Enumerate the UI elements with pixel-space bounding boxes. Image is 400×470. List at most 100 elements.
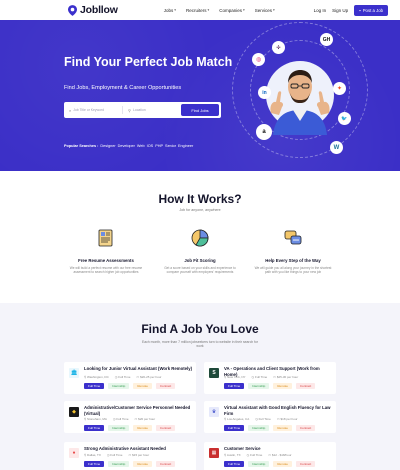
job-meta: ⚲ Los Angeles, CA ◷ Full Time ▭ $18 per … — [224, 417, 298, 421]
tag-internship[interactable]: Internship — [108, 461, 130, 467]
job-card[interactable]: ◆ Administrative/Customer Service Person… — [64, 401, 196, 433]
salary-text: ▭ $25-30 per hour — [273, 375, 299, 379]
job-title[interactable]: Strong Administrative Assistant Needed — [84, 446, 194, 452]
location-field[interactable]: ⚲ Location — [123, 108, 181, 113]
header-actions: Log In Sign Up ▪ Post a Job — [314, 4, 388, 16]
popular-tag[interactable]: PHP — [155, 144, 163, 148]
job-title[interactable]: Administrative/Customer Service Personne… — [84, 405, 194, 416]
dribbble-icon: ◍ — [252, 53, 265, 66]
feature-help: Help Every Step of the Way We will guide… — [253, 228, 333, 274]
nav-companies[interactable]: Companies ▾ — [219, 8, 245, 13]
popular-searches: Popular Searches : Designer Developer We… — [64, 144, 193, 148]
chevron-down-icon: ▾ — [207, 8, 210, 12]
chevron-down-icon: ▾ — [174, 8, 176, 12]
job-card[interactable]: 🏛 Looking for Junior Virtual Assistant (… — [64, 362, 196, 394]
linkedin-icon: in — [258, 86, 271, 99]
nav-services[interactable]: Services ▾ — [255, 8, 275, 13]
hero-subtitle: Find Jobs, Employment & Career Opportuni… — [64, 85, 182, 91]
job-tags: Full Time Internship Remote Contract — [84, 425, 176, 431]
feature-description: Get a score based on your skills and exp… — [164, 266, 236, 274]
location-pin-icon: ⚲ — [128, 107, 131, 113]
figma-icon: ✦ — [333, 82, 346, 95]
tag-full-time[interactable]: Full Time — [84, 425, 105, 431]
job-card[interactable]: ● Strong Administrative Assistant Needed… — [64, 442, 196, 470]
tag-internship[interactable]: Internship — [108, 383, 130, 389]
type-text: ◷ Full Time — [255, 417, 271, 421]
job-meta: ⚲ Washington, DC ◷ Full Time ▭ $20-25 pe… — [84, 375, 161, 379]
company-logo: ♛ — [209, 407, 219, 417]
hero-section: Find Your Perfect Job Match Find Jobs, E… — [0, 20, 400, 171]
type-text: ◷ Full Time — [114, 375, 131, 379]
tag-internship[interactable]: Internship — [248, 461, 270, 467]
tag-contract[interactable]: Contract — [295, 461, 316, 467]
popular-label: Popular Searches : — [64, 144, 99, 148]
location-text: ⚲ Austin, TX — [224, 453, 241, 457]
tag-remote[interactable]: Remote — [273, 461, 292, 467]
feature-title: Free Resume Assessments — [78, 258, 134, 263]
popular-tag[interactable]: IOS — [147, 144, 154, 148]
job-title[interactable]: Customer Service — [224, 446, 334, 452]
type-text: ◷ Full Time — [112, 417, 129, 421]
company-logo: ▦ — [209, 448, 219, 458]
popular-tag[interactable]: Engineer — [178, 144, 193, 148]
nav-jobs-label: Jobs — [163, 7, 174, 13]
tag-full-time[interactable]: Full Time — [84, 461, 105, 467]
job-card[interactable]: ▦ Customer Service ⚲ Austin, TX ◷ Full T… — [204, 442, 336, 470]
popular-tag[interactable]: Web — [137, 144, 145, 148]
feature-title: Help Every Step of the Way — [265, 258, 321, 263]
salary-text: ▭ $18 per hour — [276, 417, 298, 421]
tag-contract[interactable]: Contract — [295, 425, 316, 431]
type-text: ◷ Full Time — [251, 375, 268, 379]
company-logo: 🏛 — [69, 368, 79, 378]
chat-bubbles-icon — [284, 230, 302, 245]
tag-full-time[interactable]: Full Time — [224, 461, 245, 467]
person-thumbs-up-image — [266, 61, 334, 135]
tag-remote[interactable]: Remote — [273, 425, 292, 431]
tag-contract[interactable]: Contract — [155, 383, 176, 389]
job-title[interactable]: Virtual Assistant with Good English Flue… — [224, 405, 334, 416]
resume-icon — [98, 229, 113, 247]
job-tags: Full Time Internship Remote Contract — [224, 383, 316, 389]
find-jobs-button[interactable]: Find Jobs — [181, 104, 219, 116]
main-nav: Jobs ▾ Recruiters ▾ Companies ▾ Services ▾ — [164, 8, 275, 13]
salary-text: ▭ $12 - $18/hour — [268, 453, 292, 457]
salary-text: ▭ $20-25 per hour — [136, 375, 162, 379]
login-link[interactable]: Log In — [314, 8, 327, 13]
nav-recruiters-label: Recruiters — [185, 7, 207, 13]
nav-jobs[interactable]: Jobs ▾ — [164, 8, 176, 13]
tag-full-time[interactable]: Full Time — [224, 425, 245, 431]
job-title[interactable]: Looking for Junior Virtual Assistant (Wo… — [84, 366, 194, 372]
popular-tag[interactable]: Developer — [118, 144, 135, 148]
github-icon: GH — [320, 33, 333, 46]
tag-contract[interactable]: Contract — [295, 383, 316, 389]
job-keyword-placeholder: Job Title or Keyword — [73, 108, 104, 112]
popular-tag[interactable]: Senior — [165, 144, 176, 148]
tag-full-time[interactable]: Full Time — [84, 383, 105, 389]
tag-full-time[interactable]: Full Time — [224, 383, 245, 389]
tag-internship[interactable]: Internship — [108, 425, 130, 431]
job-card[interactable]: S VA - Operations and Client Support (Wo… — [204, 362, 336, 394]
location-text: ⚲ Dallas, TX — [84, 453, 101, 457]
tag-contract[interactable]: Contract — [155, 425, 176, 431]
location-text: ⚲ Stoneham, MA — [84, 417, 107, 421]
tag-remote[interactable]: Remote — [133, 425, 152, 431]
job-keyword-field[interactable]: ⌕ Job Title or Keyword — [64, 108, 122, 113]
job-tags: Full Time Internship Remote Contract — [224, 461, 316, 467]
tag-remote[interactable]: Remote — [273, 383, 292, 389]
post-job-button[interactable]: ▪ Post a Job — [354, 4, 388, 16]
tag-contract[interactable]: Contract — [155, 461, 176, 467]
logo-text: Jobllow — [80, 4, 118, 16]
tag-internship[interactable]: Internship — [248, 383, 270, 389]
tag-remote[interactable]: Remote — [133, 383, 152, 389]
post-job-label: Post a Job — [362, 7, 383, 13]
signup-link[interactable]: Sign Up — [332, 8, 348, 13]
tag-remote[interactable]: Remote — [133, 461, 152, 467]
jobs-subtitle: Each month, more than 7 million jobseeke… — [141, 340, 259, 348]
logo[interactable]: Jobllow — [68, 4, 118, 16]
tag-internship[interactable]: Internship — [248, 425, 270, 431]
nav-recruiters[interactable]: Recruiters ▾ — [186, 8, 209, 13]
job-card[interactable]: ♛ Virtual Assistant with Good English Fl… — [204, 401, 336, 433]
amazon-icon: a — [256, 124, 272, 140]
popular-tag[interactable]: Designer — [100, 144, 115, 148]
feature-description: We will build a perfect resume with our … — [69, 266, 143, 274]
